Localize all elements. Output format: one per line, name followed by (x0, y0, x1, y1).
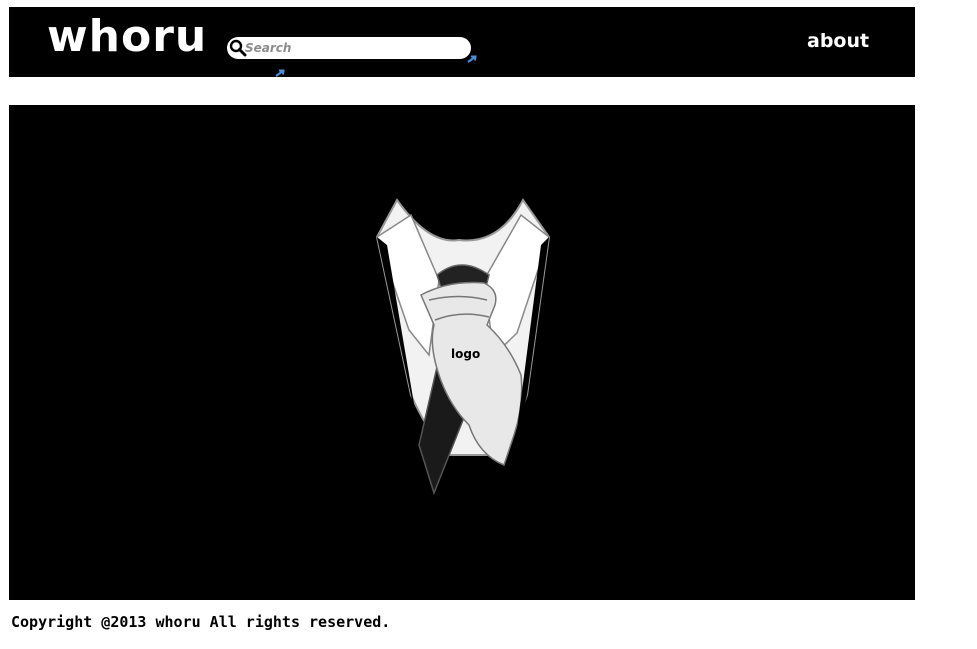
resize-arrow-icon (275, 69, 285, 77)
resize-arrow-icon (467, 55, 477, 63)
header-bar: whoru about (9, 7, 915, 77)
search-input[interactable] (245, 39, 460, 57)
site-logo[interactable]: whoru (47, 15, 207, 59)
hero-banner: logo (9, 105, 915, 600)
copyright-text: Copyright @2013 whoru All rights reserve… (11, 613, 391, 631)
about-link[interactable]: about (807, 30, 869, 52)
hero-logo-label: logo (451, 347, 481, 361)
search-box[interactable] (227, 37, 471, 59)
